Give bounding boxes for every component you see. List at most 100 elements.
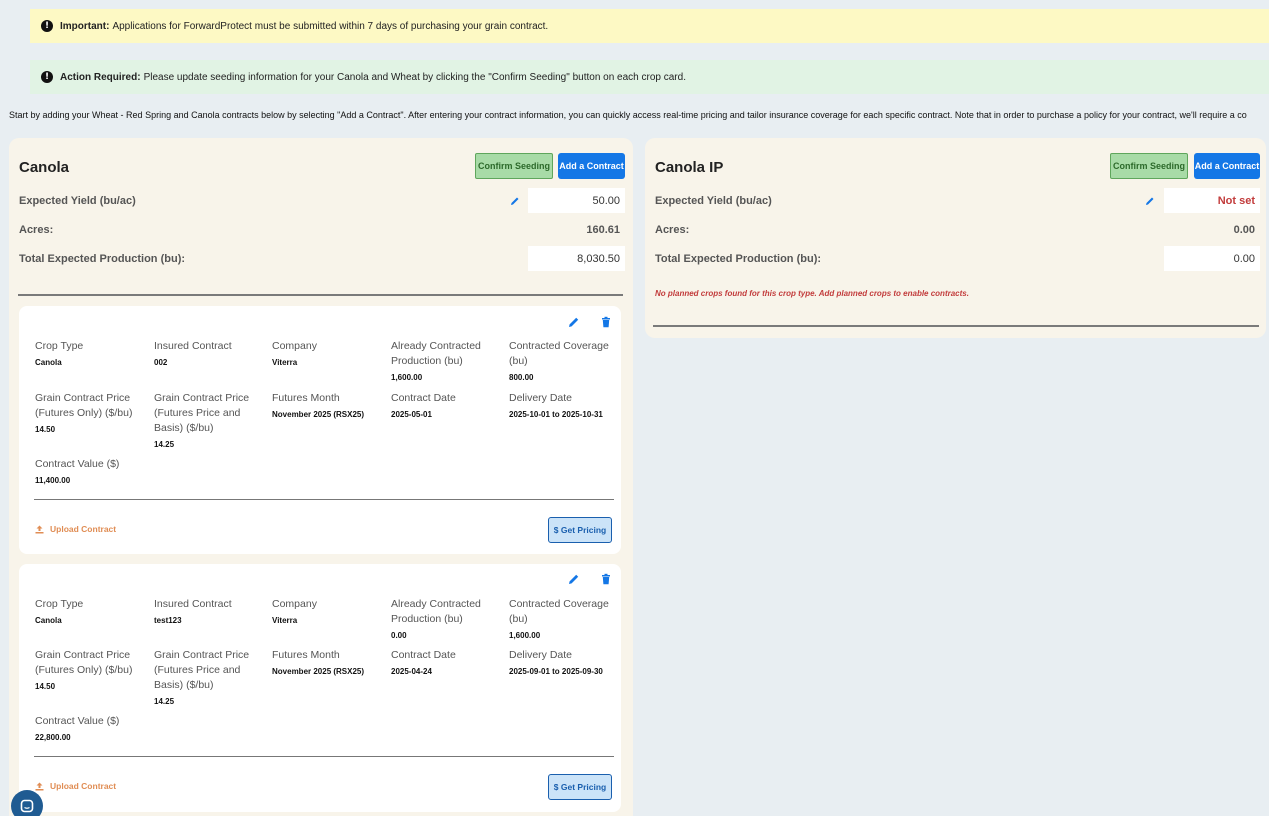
field-value: 2025-04-24 (391, 667, 432, 676)
expected-yield-value[interactable]: Not set (1164, 188, 1260, 213)
upload-contract-link[interactable]: Upload Contract (35, 781, 116, 791)
edit-pencil-icon[interactable] (568, 573, 580, 585)
company-field: Company Viterra (272, 339, 387, 368)
already-contracted-field: Already Contracted Production (bu) 0.00 (391, 597, 506, 641)
exclamation-icon: ! (41, 71, 53, 83)
contract-date-field: Contract Date 2025-05-01 (391, 391, 506, 420)
field-value: 14.25 (154, 440, 175, 449)
edit-yield-icon[interactable] (510, 196, 520, 206)
field-label: Grain Contract Price (Futures Price and … (154, 649, 250, 691)
field-value: Canola (35, 616, 62, 625)
contracted-coverage-field: Contracted Coverage (bu) 800.00 (509, 339, 619, 383)
field-label: Futures Month (272, 649, 340, 661)
edit-yield-icon[interactable] (1145, 196, 1155, 206)
field-label: Insured Contract (154, 598, 232, 610)
card-divider (34, 756, 614, 757)
panel-divider (18, 294, 623, 296)
get-pricing-button[interactable]: $ Get Pricing (548, 774, 612, 800)
total-production-value: 8,030.50 (528, 246, 625, 271)
no-planned-crops-warning: No planned crops found for this crop typ… (655, 289, 969, 298)
insured-contract-field: Insured Contract 002 (154, 339, 269, 368)
trash-icon[interactable] (600, 573, 612, 585)
insured-contract-field: Insured Contract test123 (154, 597, 269, 626)
chat-launcher-button[interactable] (11, 790, 43, 816)
panel-title: Canola IP (655, 159, 724, 176)
confirm-seeding-button[interactable]: Confirm Seeding (1110, 153, 1188, 179)
expected-yield-label: Expected Yield (bu/ac) (19, 195, 136, 207)
upload-icon (35, 782, 44, 790)
field-value: Viterra (272, 358, 298, 367)
contract-card: Crop Type Canola Insured Contract test123 … (19, 564, 621, 812)
futures-price-field: Grain Contract Price (Futures Only) ($/b… (35, 391, 150, 435)
field-label: Contracted Coverage (bu) (509, 598, 609, 625)
total-production-label: Total Expected Production (bu): (655, 253, 822, 265)
action-label: Action Required: (60, 71, 141, 83)
contract-date-field: Contract Date 2025-04-24 (391, 648, 506, 677)
field-label: Company (272, 598, 317, 610)
get-pricing-button[interactable]: $ Get Pricing (548, 517, 612, 543)
intro-text: Start by adding your Wheat - Red Spring … (9, 110, 1247, 120)
contract-value-field: Contract Value ($) 22,800.00 (35, 714, 150, 743)
total-production-value: 0.00 (1164, 246, 1260, 271)
field-label: Crop Type (35, 340, 84, 352)
field-label: Contract Date (391, 649, 456, 661)
total-production-label: Total Expected Production (bu): (19, 253, 186, 265)
field-label: Delivery Date (509, 649, 573, 661)
trash-icon[interactable] (600, 316, 612, 328)
field-value: 1,600.00 (509, 631, 541, 640)
delivery-date-field: Delivery Date 2025-09-01 to 2025-09-30 (509, 648, 614, 677)
field-label: Grain Contract Price (Futures Only) ($/b… (35, 392, 133, 419)
field-value: Viterra (272, 616, 298, 625)
field-value: November 2025 (RSX25) (272, 410, 365, 419)
field-label: Already Contracted Production (bu) (391, 598, 481, 625)
field-label: Delivery Date (509, 392, 573, 404)
panel-title: Canola (19, 159, 70, 176)
field-value: 2025-10-01 to 2025-10-31 (509, 410, 603, 419)
field-label: Futures Month (272, 392, 340, 404)
field-value: 002 (154, 358, 168, 367)
field-label: Contract Date (391, 392, 456, 404)
field-value: 2025-09-01 to 2025-09-30 (509, 667, 603, 676)
contract-value-field: Contract Value ($) 11,400.00 (35, 457, 150, 486)
crop-panel-canola-ip: Canola IP Confirm Seeding Add a Contract… (645, 138, 1266, 338)
add-contract-button[interactable]: Add a Contract (558, 153, 625, 179)
acres-label: Acres: (19, 224, 54, 236)
add-contract-button[interactable]: Add a Contract (1194, 153, 1260, 179)
already-contracted-field: Already Contracted Production (bu) 1,600.… (391, 339, 506, 383)
contract-card: Crop Type Canola Insured Contract 002 Comp… (19, 306, 621, 554)
field-label: Grain Contract Price (Futures Price and … (154, 392, 250, 434)
acres-label: Acres: (655, 224, 690, 236)
delivery-date-field: Delivery Date 2025-10-01 to 2025-10-31 (509, 391, 614, 420)
action-text: Please update seeding information for yo… (143, 71, 686, 83)
expected-yield-value[interactable]: 50.00 (528, 188, 625, 213)
acres-value: 0.00 (1233, 224, 1255, 236)
important-banner: ! Important: Applications for ForwardPro… (30, 9, 1269, 43)
field-value: 2025-05-01 (391, 410, 432, 419)
exclamation-icon: ! (41, 20, 53, 32)
field-label: Company (272, 340, 317, 352)
field-label: Insured Contract (154, 340, 232, 352)
field-label: Crop Type (35, 598, 84, 610)
confirm-seeding-button[interactable]: Confirm Seeding (475, 153, 553, 179)
chat-icon (20, 799, 34, 813)
field-value: 800.00 (509, 373, 534, 382)
field-label: Contracted Coverage (bu) (509, 340, 609, 367)
card-divider (34, 499, 614, 500)
crop-panel-canola: Canola Confirm Seeding Add a Contract Ex… (9, 138, 633, 816)
acres-value: 160.61 (586, 224, 620, 236)
field-value: 1,600.00 (391, 373, 423, 382)
field-label: Grain Contract Price (Futures Only) ($/b… (35, 649, 133, 676)
basis-price-field: Grain Contract Price (Futures Price and … (154, 648, 269, 707)
upload-contract-label: Upload Contract (50, 524, 117, 534)
futures-month-field: Futures Month November 2025 (RSX25) (272, 648, 387, 677)
edit-pencil-icon[interactable] (568, 316, 580, 328)
basis-price-field: Grain Contract Price (Futures Price and … (154, 391, 269, 450)
upload-contract-link[interactable]: Upload Contract (35, 524, 116, 534)
field-value: 11,400.00 (35, 476, 71, 485)
upload-contract-label: Upload Contract (50, 781, 117, 791)
panel-divider (653, 325, 1259, 327)
field-value: 0.00 (391, 631, 407, 640)
action-required-banner: ! Action Required: Please update seeding… (30, 60, 1269, 94)
upload-icon (35, 525, 44, 533)
field-value: Canola (35, 358, 62, 367)
